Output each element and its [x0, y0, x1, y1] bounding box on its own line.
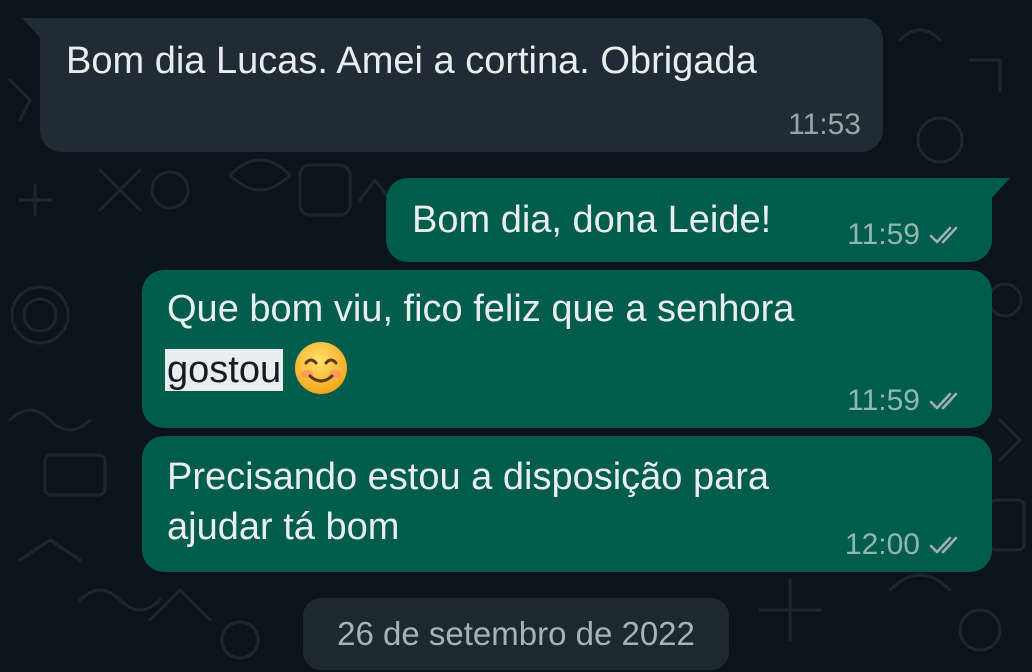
message-text: Bom dia Lucas. Amei a cortina. Obrigada	[66, 40, 757, 82]
outgoing-message[interactable]: Que bom viu, fico feliz que a senhora go…	[142, 270, 992, 428]
message-text-line-1: Que bom viu, fico feliz que a senhora	[167, 288, 795, 330]
message-meta: 11:53	[788, 110, 861, 140]
incoming-message[interactable]: Bom dia Lucas. Amei a cortina. Obrigada …	[22, 18, 883, 152]
message-text-line-1: Precisando estou a disposição para	[167, 456, 770, 498]
message-text: Bom dia, dona Leide!	[412, 199, 772, 241]
message-time: 11:59	[847, 218, 920, 251]
chat-area[interactable]: Bom dia Lucas. Amei a cortina. Obrigada …	[0, 0, 1032, 672]
message-time: 12:00	[844, 528, 920, 561]
highlighted-word: gostou	[165, 349, 284, 392]
message-time: 11:59	[847, 384, 920, 417]
outgoing-message[interactable]: Precisando estou a disposição para ajuda…	[142, 436, 992, 572]
double-check-icon	[929, 536, 958, 554]
message-time: 11:53	[788, 108, 861, 141]
date-separator: 26 de setembro de 2022	[303, 598, 729, 670]
bubble-tail	[22, 18, 42, 40]
double-check-icon	[929, 226, 958, 244]
message-meta: 11:59	[847, 386, 968, 416]
bubble-tail	[990, 178, 1010, 200]
message-text-line-2: ajudar tá bom	[167, 506, 400, 548]
smiling-face-emoji	[295, 342, 348, 394]
message-text-line-2: gostou	[165, 342, 349, 400]
message-meta: 12:00	[845, 530, 968, 560]
outgoing-message[interactable]: Bom dia, dona Leide! 11:59	[386, 178, 1010, 262]
message-meta: 11:59	[847, 220, 968, 250]
double-check-icon	[929, 392, 958, 410]
